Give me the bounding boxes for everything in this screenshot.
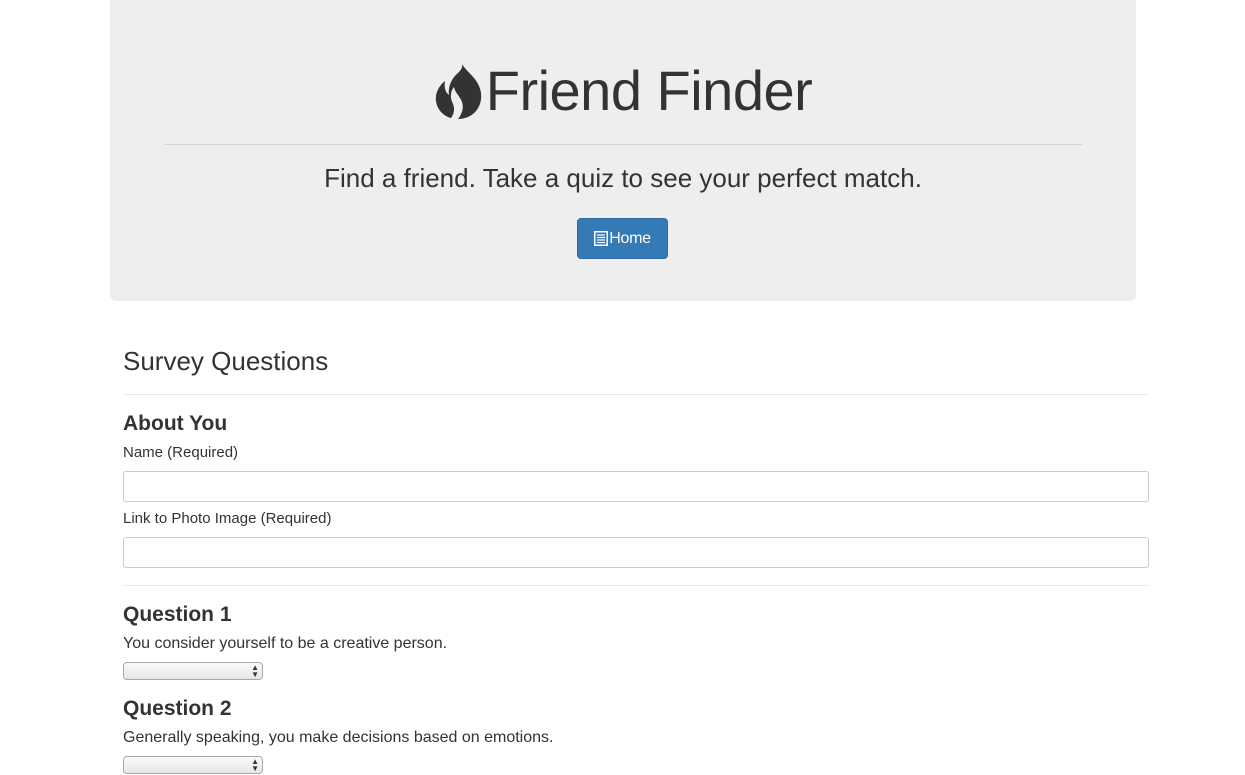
tagline: Find a friend. Take a quiz to see your p… — [324, 163, 922, 193]
divider — [123, 394, 1149, 395]
question-1-text: You consider yourself to be a creative p… — [123, 635, 448, 652]
app-title-row: Friend Finder — [110, 56, 1136, 126]
about-you-heading: About You — [123, 412, 228, 435]
app-title: Friend Finder — [485, 59, 813, 122]
survey-title: Survey Questions — [123, 346, 329, 376]
flame-icon — [435, 64, 481, 119]
divider — [123, 585, 1149, 586]
question-2-select[interactable]: ▲ ▼ — [123, 756, 263, 774]
question-1-heading: Question 1 — [123, 603, 232, 626]
photo-link-input[interactable] — [123, 537, 1149, 568]
header-divider — [164, 144, 1082, 145]
select-arrows-icon: ▲ ▼ — [251, 757, 259, 773]
home-button-label: Home — [609, 229, 651, 247]
name-label: Name (Required) — [123, 444, 239, 461]
jumbotron-header: Friend Finder Find a friend. Take a quiz… — [110, 0, 1136, 301]
question-1-select[interactable]: ▲ ▼ — [123, 662, 263, 680]
home-button[interactable]: Home — [577, 218, 668, 259]
select-arrows-icon: ▲ ▼ — [251, 663, 259, 679]
name-input[interactable] — [123, 471, 1149, 502]
question-2-text: Generally speaking, you make decisions b… — [123, 729, 554, 746]
list-icon — [594, 231, 609, 246]
question-2-heading: Question 2 — [123, 697, 232, 720]
photo-link-label: Link to Photo Image (Required) — [123, 510, 332, 527]
